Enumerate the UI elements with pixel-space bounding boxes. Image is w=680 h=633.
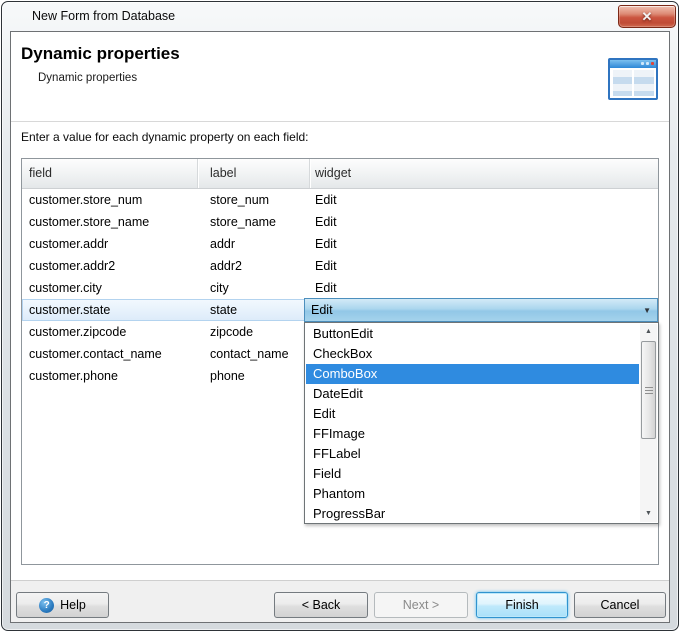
column-header-widget[interactable]: widget bbox=[310, 159, 658, 188]
cell-label: phone bbox=[198, 365, 310, 387]
table-row[interactable]: customer.store_numstore_numEdit bbox=[22, 189, 658, 211]
column-header-field[interactable]: field bbox=[22, 159, 198, 188]
back-button-label: < Back bbox=[302, 598, 341, 612]
combobox-value: Edit bbox=[311, 303, 333, 317]
cell-field: customer.phone bbox=[22, 365, 198, 387]
cell-label: zipcode bbox=[198, 321, 310, 343]
chevron-down-icon: ▼ bbox=[643, 306, 651, 315]
scrollbar-thumb[interactable] bbox=[641, 341, 656, 439]
table-row[interactable]: customer.addr2addr2Edit bbox=[22, 255, 658, 277]
column-header-label[interactable]: label bbox=[198, 159, 310, 188]
dropdown-option[interactable]: Field bbox=[306, 464, 639, 484]
wizard-header: Dynamic properties Dynamic properties bbox=[11, 32, 669, 122]
cell-field: customer.store_name bbox=[22, 211, 198, 233]
dropdown-scrollbar[interactable]: ▲ ▼ bbox=[640, 324, 657, 522]
cell-widget: Edit bbox=[310, 189, 658, 211]
dropdown-option[interactable]: DateEdit bbox=[306, 384, 639, 404]
help-icon: ? bbox=[39, 598, 54, 613]
form-icon-dot bbox=[651, 62, 654, 65]
cell-field: customer.addr bbox=[22, 233, 198, 255]
cell-field: customer.state bbox=[22, 299, 198, 321]
widget-dropdown-list: ButtonEditCheckBoxComboBoxDateEditEditFF… bbox=[304, 322, 659, 524]
cell-label: addr2 bbox=[198, 255, 310, 277]
dropdown-option[interactable]: Edit bbox=[306, 404, 639, 424]
close-button[interactable]: ✕ bbox=[618, 5, 676, 28]
cell-widget: Edit bbox=[310, 233, 658, 255]
form-icon-dot bbox=[646, 62, 649, 65]
dropdown-option[interactable]: Phantom bbox=[306, 484, 639, 504]
cell-field: customer.zipcode bbox=[22, 321, 198, 343]
form-window-icon bbox=[608, 58, 658, 100]
cell-widget: Edit bbox=[310, 277, 658, 299]
dropdown-items: ButtonEditCheckBoxComboBoxDateEditEditFF… bbox=[306, 324, 639, 522]
table-row[interactable]: customer.store_namestore_nameEdit bbox=[22, 211, 658, 233]
scroll-down-icon[interactable]: ▼ bbox=[640, 506, 657, 522]
main-panel: Enter a value for each dynamic property … bbox=[11, 123, 669, 580]
dropdown-option[interactable]: FFImage bbox=[306, 424, 639, 444]
cell-label: store_name bbox=[198, 211, 310, 233]
cell-label: contact_name bbox=[198, 343, 310, 365]
next-button-label: Next > bbox=[403, 598, 439, 612]
dropdown-option[interactable]: ProgressBar bbox=[306, 504, 639, 524]
titlebar[interactable]: New Form from Database ✕ bbox=[2, 2, 678, 31]
cell-label: state bbox=[198, 299, 310, 321]
help-button-label: Help bbox=[60, 598, 86, 612]
cell-widget: Edit bbox=[310, 211, 658, 233]
form-icon-grid bbox=[613, 70, 654, 96]
window-title: New Form from Database bbox=[32, 9, 175, 23]
table-header: field label widget bbox=[22, 159, 658, 189]
button-bar: ? Help < Back Next > Finish Cancel bbox=[11, 580, 669, 622]
dropdown-option[interactable]: FFLabel bbox=[306, 444, 639, 464]
dropdown-option[interactable]: ButtonEdit bbox=[306, 324, 639, 344]
page-title: Dynamic properties bbox=[21, 44, 180, 64]
page-subtitle: Dynamic properties bbox=[38, 72, 137, 84]
cell-field: customer.store_num bbox=[22, 189, 198, 211]
cell-field: customer.addr2 bbox=[22, 255, 198, 277]
instruction-text: Enter a value for each dynamic property … bbox=[21, 130, 309, 144]
form-icon-titlebar bbox=[610, 60, 656, 68]
table-row[interactable]: customer.citycityEdit bbox=[22, 277, 658, 299]
scroll-up-icon[interactable]: ▲ bbox=[640, 324, 657, 340]
table-row[interactable]: customer.addraddrEdit bbox=[22, 233, 658, 255]
help-button[interactable]: ? Help bbox=[16, 592, 109, 618]
cell-label: city bbox=[198, 277, 310, 299]
cell-label: addr bbox=[198, 233, 310, 255]
cell-field: customer.contact_name bbox=[22, 343, 198, 365]
cell-label: store_num bbox=[198, 189, 310, 211]
finish-button[interactable]: Finish bbox=[476, 592, 568, 618]
dropdown-option[interactable]: CheckBox bbox=[306, 344, 639, 364]
dialog-window: New Form from Database ✕ Dynamic propert… bbox=[1, 1, 679, 631]
scrollbar-grip bbox=[645, 387, 653, 395]
cancel-button-label: Cancel bbox=[601, 598, 640, 612]
next-button: Next > bbox=[374, 592, 468, 618]
cancel-button[interactable]: Cancel bbox=[574, 592, 666, 618]
form-icon-dot bbox=[641, 62, 644, 65]
widget-combobox[interactable]: Edit ▼ bbox=[304, 298, 658, 322]
dropdown-option[interactable]: ComboBox bbox=[306, 364, 639, 384]
cell-widget: Edit bbox=[310, 255, 658, 277]
dialog-body: Dynamic properties Dynamic properties En… bbox=[10, 31, 670, 623]
cell-field: customer.city bbox=[22, 277, 198, 299]
finish-button-label: Finish bbox=[505, 598, 538, 612]
back-button[interactable]: < Back bbox=[274, 592, 368, 618]
close-icon: ✕ bbox=[642, 9, 653, 24]
